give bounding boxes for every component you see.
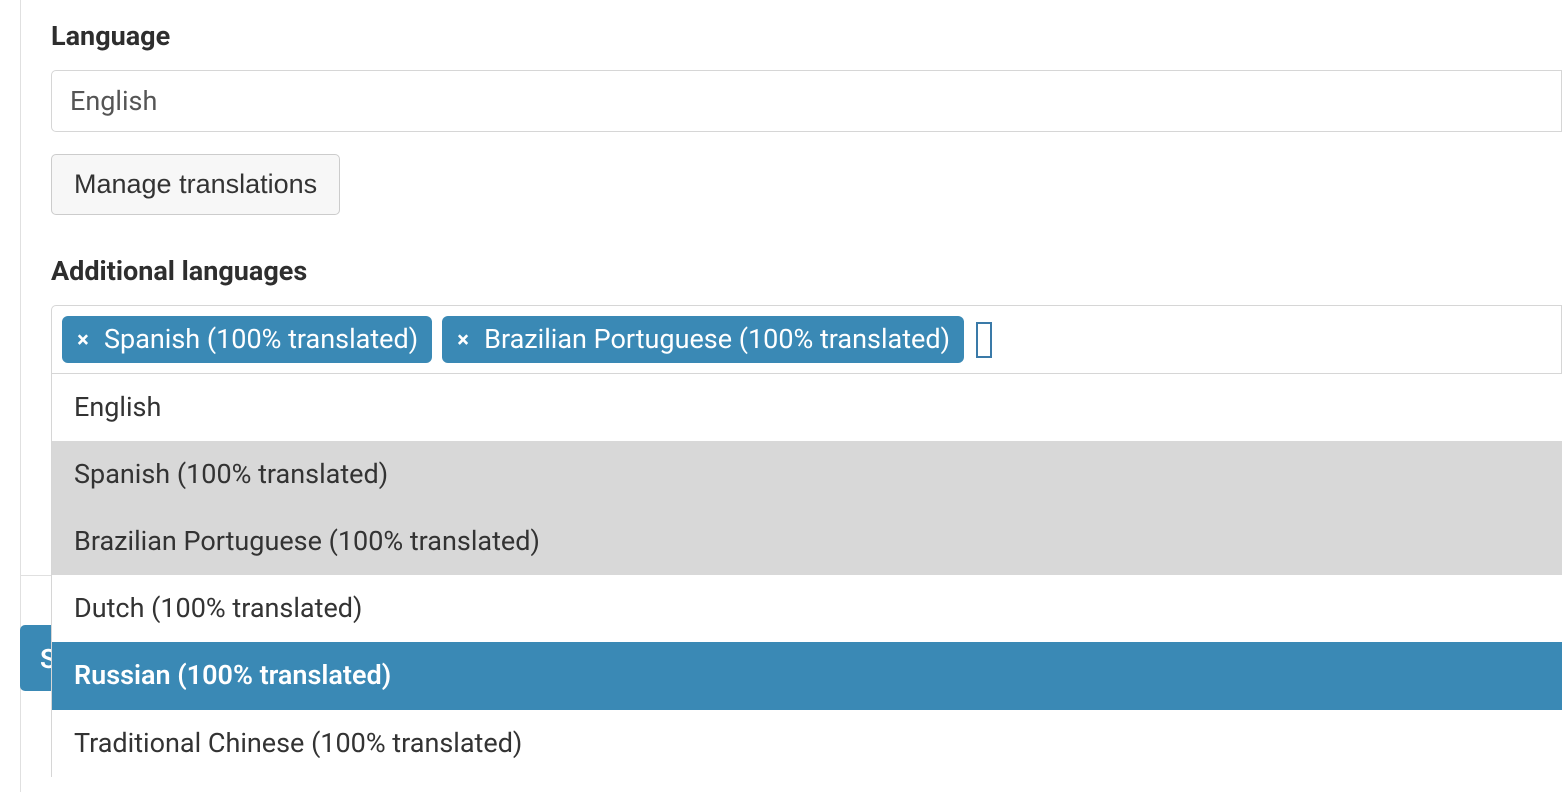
language-select-value: English bbox=[70, 85, 157, 117]
dropdown-option-spanish[interactable]: Spanish (100% translated) bbox=[52, 441, 1562, 508]
dropdown-option-label: Traditional Chinese (100% translated) bbox=[74, 727, 522, 759]
additional-languages-label: Additional languages bbox=[51, 255, 1562, 287]
language-label: Language bbox=[51, 20, 1562, 52]
close-icon[interactable]: × bbox=[72, 330, 94, 352]
tag-label: Brazilian Portuguese (100% translated) bbox=[484, 322, 950, 357]
dropdown-option-russian[interactable]: Russian (100% translated) bbox=[52, 642, 1562, 709]
manage-translations-button[interactable]: Manage translations bbox=[51, 154, 340, 215]
close-icon[interactable]: × bbox=[452, 330, 474, 352]
dropdown-option-label: English bbox=[74, 391, 161, 423]
dropdown-option-brazilian-portuguese[interactable]: Brazilian Portuguese (100% translated) bbox=[52, 508, 1562, 575]
dropdown-option-label: Brazilian Portuguese (100% translated) bbox=[74, 525, 540, 557]
dropdown-option-label: Dutch (100% translated) bbox=[74, 592, 362, 624]
multiselect-input-box[interactable]: × Spanish (100% translated) × Brazilian … bbox=[51, 305, 1562, 374]
tag-spanish: × Spanish (100% translated) bbox=[62, 316, 432, 363]
tag-brazilian-portuguese: × Brazilian Portuguese (100% translated) bbox=[442, 316, 964, 363]
dropdown-option-label: Russian (100% translated) bbox=[74, 659, 391, 691]
dropdown-option-traditional-chinese[interactable]: Traditional Chinese (100% translated) bbox=[52, 710, 1562, 777]
multiselect-dropdown: English Spanish (100% translated) Brazil… bbox=[51, 374, 1562, 777]
language-select[interactable]: English bbox=[51, 70, 1562, 132]
dropdown-option-label: Spanish (100% translated) bbox=[74, 458, 388, 490]
additional-languages-multiselect[interactable]: × Spanish (100% translated) × Brazilian … bbox=[51, 305, 1562, 374]
tag-label: Spanish (100% translated) bbox=[104, 322, 418, 357]
dropdown-option-english[interactable]: English bbox=[52, 374, 1562, 441]
dropdown-option-dutch[interactable]: Dutch (100% translated) bbox=[52, 575, 1562, 642]
manage-translations-label: Manage translations bbox=[74, 169, 317, 199]
multiselect-text-cursor[interactable] bbox=[976, 322, 992, 358]
